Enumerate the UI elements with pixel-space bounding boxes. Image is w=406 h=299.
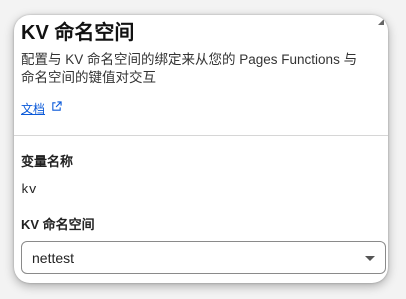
namespace-select[interactable]: nettest	[21, 241, 386, 274]
corner-arrow-icon	[378, 19, 384, 25]
variable-name-label: 变量名称	[21, 154, 74, 169]
dialog-description: 配置与 KV 命名空间的绑定来从您的 Pages Functions 与命名空间…	[21, 52, 358, 85]
namespace-label: KV 命名空间	[21, 217, 95, 232]
docs-link[interactable]: 文档	[21, 100, 62, 117]
dialog-header: KV 命名空间 配置与 KV 命名空间的绑定来从您的 Pages Functio…	[14, 15, 388, 135]
dialog-title: KV 命名空间	[21, 22, 135, 44]
namespace-selected-value: nettest	[32, 249, 75, 266]
variable-name-value: kv	[21, 182, 37, 197]
kv-binding-dialog: KV 命名空间 配置与 KV 命名空间的绑定来从您的 Pages Functio…	[14, 15, 388, 283]
binding-form: 变量名称 kv KV 命名空间 nettest	[14, 136, 388, 274]
docs-link-label: 文档	[21, 102, 46, 116]
external-link-icon	[52, 100, 62, 111]
caret-down-icon	[365, 256, 375, 261]
